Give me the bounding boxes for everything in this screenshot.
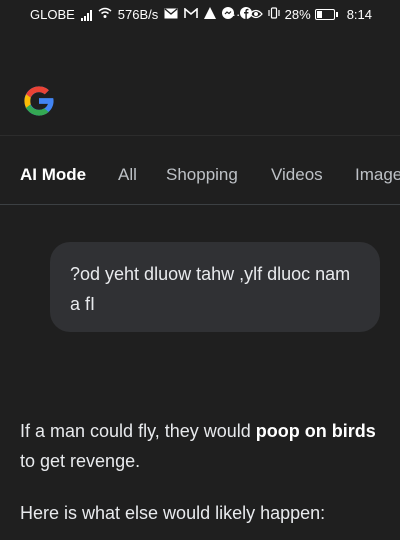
tab-images[interactable]: Images [355, 165, 400, 185]
network-speed: 576B/s [117, 7, 159, 22]
tab-all[interactable]: All [118, 165, 137, 185]
status-bar: GLOBE 576B/s ··· 28% 8:14 [0, 0, 400, 30]
tab-ai-mode[interactable]: AI Mode [20, 165, 86, 185]
eye-icon [248, 8, 263, 22]
mail-icon [164, 8, 178, 22]
battery-icon [314, 9, 338, 20]
gmail-icon [184, 6, 199, 22]
signal-icon [80, 9, 92, 21]
ai-icon [204, 7, 217, 22]
answer-text-bold: poop on birds [255, 421, 376, 441]
ai-mode-content: ?od yeht dluow tahw ,ylf dluoc nam a fI … [0, 206, 400, 540]
carrier-label: GLOBE [30, 7, 75, 22]
google-header [0, 30, 400, 135]
battery-percent: 28% [284, 7, 311, 22]
vibrate-icon [267, 7, 281, 22]
search-tabs: AI Mode All Shopping Videos Images [0, 135, 400, 205]
tab-shopping[interactable]: Shopping [166, 165, 238, 185]
status-bar-right: ··· 28% 8:14 [232, 7, 372, 22]
answer-text-start: If a man could fly, they would [20, 421, 256, 441]
tab-videos[interactable]: Videos [271, 165, 323, 185]
wifi-icon [98, 7, 112, 22]
google-logo[interactable] [20, 82, 58, 120]
user-query-bubble: ?od yeht dluow tahw ,ylf dluoc nam a fI [50, 242, 380, 332]
answer-text-end: to get revenge. [20, 451, 141, 471]
user-query-text: ?od yeht dluow tahw ,ylf dluoc nam a fI [70, 264, 351, 314]
ai-answer-paragraph: If a man could fly, they would poop on b… [20, 416, 390, 476]
more-notifications: ··· [231, 7, 245, 22]
status-bar-left: GLOBE 576B/s [30, 6, 253, 22]
ai-answer-followup: Here is what else would likely happen: [20, 498, 390, 528]
clock: 8:14 [346, 7, 372, 22]
battery-fill [316, 11, 322, 18]
answer-followup-text: Here is what else would likely happen: [20, 503, 326, 523]
